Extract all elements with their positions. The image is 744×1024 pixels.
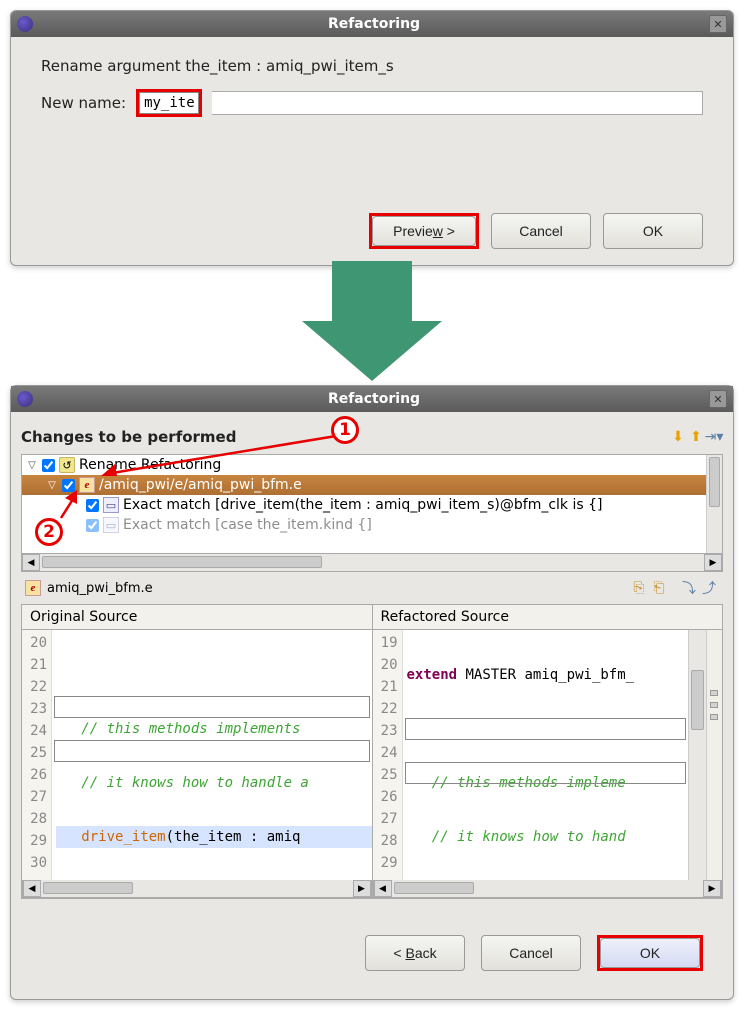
original-pane: Original Source 2021222324252627282930 /…	[22, 605, 372, 898]
original-code[interactable]: // this methods implements // it knows h…	[52, 630, 372, 880]
checkbox[interactable]	[86, 519, 99, 532]
rename-prompt: Rename argument the_item : amiq_pwi_item…	[41, 57, 703, 75]
filter-icon[interactable]: ⇥▾	[705, 428, 723, 446]
tree-row-match[interactable]: ▭ Exact match [case the_item.kind {]	[22, 515, 706, 535]
annotation-arrow-2	[53, 488, 83, 524]
refactored-code[interactable]: extend MASTER amiq_pwi_bfm_ // this meth…	[403, 630, 689, 880]
scroll-right-icon[interactable]: ▶	[353, 880, 371, 897]
copy-left-icon[interactable]: ⎗	[649, 578, 669, 598]
titlebar[interactable]: Refactoring ✕	[11, 386, 733, 412]
dialog-title: Refactoring	[39, 391, 709, 407]
refactor-icon: ↺	[59, 457, 75, 473]
match-icon: ▭	[103, 517, 119, 533]
horizontal-scrollbar[interactable]: ◀ ▶	[21, 554, 723, 572]
eclipse-icon	[17, 391, 33, 407]
original-title: Original Source	[22, 605, 372, 630]
preview-dialog: Refactoring ✕ 1 2 Changes to be performe…	[10, 385, 734, 1000]
checkbox[interactable]	[42, 459, 55, 472]
line-gutter: 2021222324252627282930	[22, 630, 52, 880]
new-name-label: New name:	[41, 94, 126, 112]
match-icon: ▭	[103, 497, 119, 513]
dialog-title: Refactoring	[39, 16, 709, 32]
refactored-pane: Refactored Source 1920212223242526272829…	[372, 605, 723, 898]
vertical-scrollbar[interactable]	[706, 455, 722, 553]
new-name-input[interactable]	[139, 92, 199, 114]
ok-highlight: OK	[597, 935, 703, 971]
close-icon[interactable]: ✕	[709, 390, 727, 408]
vertical-scrollbar[interactable]	[688, 630, 706, 880]
flow-arrow	[10, 266, 734, 381]
input-extension[interactable]	[212, 91, 703, 115]
eclipse-icon	[17, 16, 33, 32]
rename-dialog: Refactoring ✕ Rename argument the_item :…	[10, 10, 734, 266]
overview-ruler[interactable]	[706, 630, 722, 880]
scroll-right-icon[interactable]: ▶	[703, 880, 721, 897]
arrow-down-icon[interactable]: ⬇	[669, 428, 687, 446]
tree-row-match[interactable]: ▭ Exact match [drive_item(the_item : ami…	[22, 495, 706, 515]
checkbox[interactable]	[86, 499, 99, 512]
ok-button[interactable]: OK	[603, 213, 703, 249]
horizontal-scrollbar[interactable]: ◀ ▶	[22, 880, 372, 898]
twisty-icon[interactable]: ▽	[26, 460, 38, 471]
copy-all-left-icon[interactable]: ⎘	[629, 578, 649, 598]
refactored-title: Refactored Source	[373, 605, 723, 630]
compare-filename: amiq_pwi_bfm.e	[47, 581, 153, 596]
scroll-left-icon[interactable]: ◀	[22, 554, 40, 571]
ok-button[interactable]: OK	[600, 938, 700, 968]
tree-label: Exact match [drive_item(the_item : amiq_…	[123, 497, 603, 513]
cancel-button[interactable]: Cancel	[481, 935, 581, 971]
compare-header: e amiq_pwi_bfm.e ⎘ ⎗ ⤵ ⤴	[21, 572, 723, 604]
compare-viewer: Original Source 2021222324252627282930 /…	[21, 604, 723, 899]
preview-button[interactable]: Preview >	[372, 216, 476, 246]
arrow-up-icon[interactable]: ⬆	[687, 428, 705, 446]
annotation-arrow-1	[101, 434, 341, 484]
annotation-2: 2	[35, 518, 63, 546]
preview-highlight: Preview >	[369, 213, 479, 249]
scroll-right-icon[interactable]: ▶	[704, 554, 722, 571]
scroll-left-icon[interactable]: ◀	[374, 880, 392, 897]
scroll-left-icon[interactable]: ◀	[23, 880, 41, 897]
prev-diff-icon[interactable]: ⤴	[699, 578, 719, 598]
new-name-highlight	[136, 89, 202, 117]
cancel-button[interactable]: Cancel	[491, 213, 591, 249]
annotation-1: 1	[331, 416, 359, 444]
back-button[interactable]: < Back	[365, 935, 465, 971]
next-diff-icon[interactable]: ⤵	[679, 578, 699, 598]
e-file-icon: e	[25, 580, 41, 596]
tree-label: Exact match [case the_item.kind {]	[123, 517, 372, 533]
close-icon[interactable]: ✕	[709, 15, 727, 33]
titlebar[interactable]: Refactoring ✕	[11, 11, 733, 37]
line-gutter: 1920212223242526272829	[373, 630, 403, 880]
horizontal-scrollbar[interactable]: ◀ ▶	[373, 880, 723, 898]
